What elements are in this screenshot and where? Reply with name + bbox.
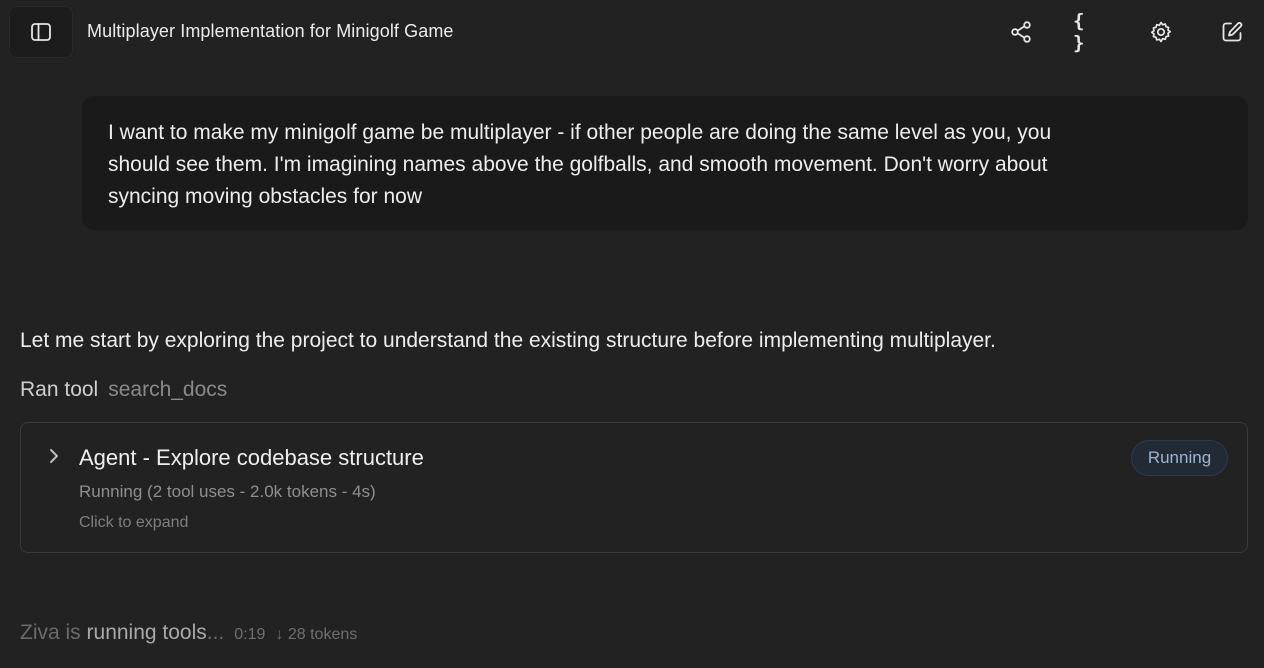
running-status-prefix: Ziva is: [20, 621, 87, 644]
new-chat-button[interactable]: [1214, 14, 1250, 50]
chevron-right-icon[interactable]: [47, 447, 61, 465]
share-button[interactable]: [1003, 14, 1039, 50]
user-message-bubble: I want to make my minigolf game be multi…: [82, 96, 1248, 230]
token-count: ↓ 28 tokens: [275, 626, 358, 643]
agent-task-hint: Click to expand: [79, 514, 189, 531]
agent-task-title: Agent - Explore codebase structure: [79, 445, 424, 470]
gear-icon: [1150, 21, 1172, 43]
sidebar-panel-icon: [31, 23, 51, 41]
conversation-title: Multiplayer Implementation for Minigolf …: [87, 21, 454, 41]
status-badge: Running: [1131, 440, 1228, 476]
agent-task-card[interactable]: Agent - Explore codebase structure Runni…: [20, 422, 1248, 553]
ran-tool-label: Ran tool: [20, 378, 99, 401]
running-status-suffix: ...: [206, 621, 225, 644]
chat-app: Multiplayer Implementation for Minigolf …: [0, 0, 1264, 668]
elapsed-time: 0:19: [234, 626, 266, 643]
running-status-highlight: running tools: [86, 621, 207, 644]
settings-button[interactable]: [1143, 14, 1179, 50]
header-bar: Multiplayer Implementation for Minigolf …: [0, 0, 1264, 64]
user-message-text: I want to make my minigolf game be multi…: [108, 121, 1052, 208]
sidebar-toggle-button[interactable]: [9, 6, 73, 58]
running-status-text: Ziva is running tools...: [20, 621, 224, 645]
share-icon: [1011, 21, 1031, 43]
braces-icon: { }: [1073, 10, 1086, 54]
assistant-message-text: Let me start by exploring the project to…: [20, 329, 996, 352]
running-status-bar: Ziva is running tools... 0:19 ↓ 28 token…: [20, 621, 357, 645]
tool-name: search_docs: [108, 378, 228, 401]
edit-icon: [1222, 22, 1243, 42]
code-view-button[interactable]: { }: [1073, 10, 1109, 54]
tool-call-line: Ran tool search_docs: [20, 378, 227, 402]
agent-task-status: Running (2 tool uses - 2.0k tokens - 4s): [79, 482, 376, 501]
